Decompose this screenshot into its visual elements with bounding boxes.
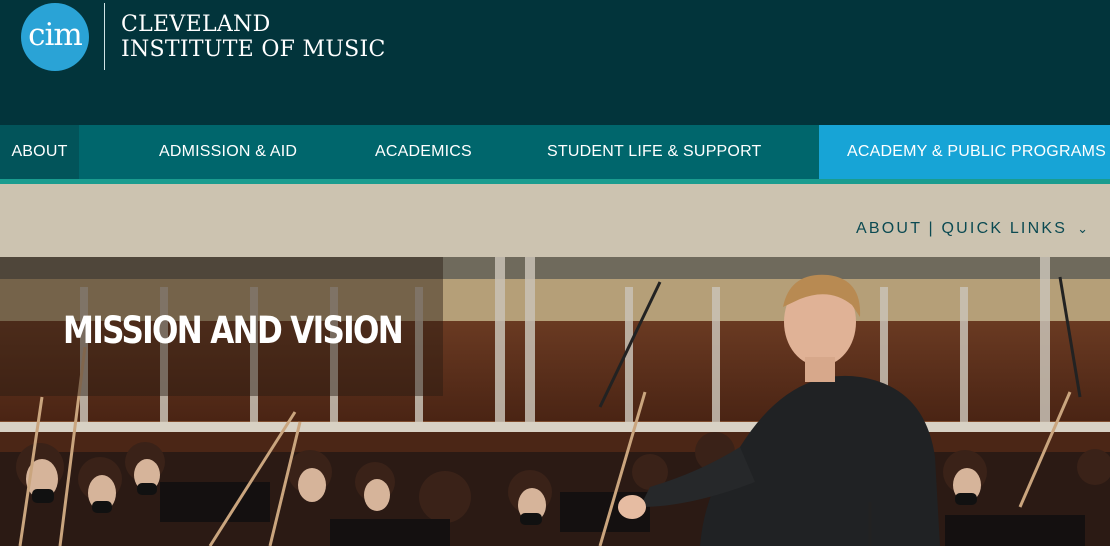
nav-item-admission-aid[interactable]: ADMISSION & AID	[159, 125, 297, 179]
quick-links-dropdown[interactable]: ABOUT | QUICK LINKS ⌄	[856, 220, 1088, 238]
nav-item-academy-public-programs[interactable]: ACADEMY & PUBLIC PROGRAMS	[819, 125, 1110, 179]
nav-item-label: STUDENT LIFE & SUPPORT	[547, 143, 762, 160]
main-nav: ABOUT ADMISSION & AID ACADEMICS STUDENT …	[0, 125, 1110, 183]
page-title: MISSION AND VISION	[63, 309, 404, 352]
chevron-down-icon: ⌄	[1077, 221, 1088, 236]
site-name[interactable]: CLEVELAND INSTITUTE OF MUSIC	[121, 12, 386, 62]
site-name-line2: INSTITUTE OF MUSIC	[121, 37, 386, 62]
nav-item-student-life-support[interactable]: STUDENT LIFE & SUPPORT	[547, 125, 762, 179]
site-header: cim CLEVELAND INSTITUTE OF MUSIC	[0, 0, 1110, 125]
nav-item-label: ACADEMY & PUBLIC PROGRAMS	[847, 143, 1106, 160]
nav-item-academics[interactable]: ACADEMICS	[375, 125, 472, 179]
hero-title-panel: MISSION AND VISION	[0, 257, 443, 396]
nav-item-about[interactable]: ABOUT	[0, 125, 79, 183]
site-name-line1: CLEVELAND	[121, 12, 271, 37]
nav-item-label: ADMISSION & AID	[159, 143, 298, 160]
nav-item-label: ABOUT	[11, 143, 68, 160]
hero-banner: MISSION AND VISION	[0, 257, 1110, 546]
nav-item-label: ACADEMICS	[375, 143, 472, 160]
quick-links-band: ABOUT | QUICK LINKS ⌄	[0, 184, 1110, 257]
logo-divider	[104, 3, 105, 70]
quick-links-label: ABOUT | QUICK LINKS	[856, 220, 1068, 237]
cim-logo[interactable]: cim	[21, 3, 89, 71]
logo-mark: cim	[28, 16, 83, 53]
